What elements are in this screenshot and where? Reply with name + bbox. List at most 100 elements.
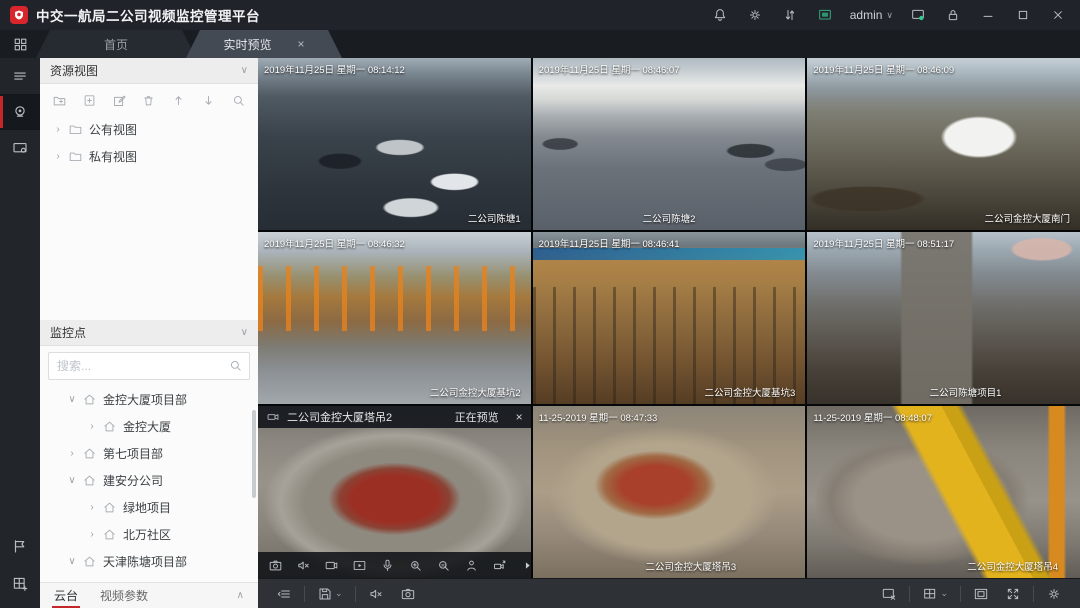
resource-toolbar <box>40 84 258 116</box>
home-icon <box>102 419 117 434</box>
playback-icon[interactable] <box>352 558 367 573</box>
settings-gear-icon[interactable] <box>741 3 769 27</box>
video-cell-2[interactable]: 2019年11月25日 星期一 08:46:07 二公司陈塘2 <box>533 58 806 230</box>
edit-icon[interactable] <box>112 93 127 108</box>
home-icon <box>82 473 97 488</box>
video-stage: 2019年11月25日 星期一 08:14:12 二公司陈塘1 2019年11月… <box>258 58 1080 608</box>
tree-scrollbar[interactable] <box>252 410 256 498</box>
resource-tree: › 公有视图 › 私有视图 <box>40 116 258 170</box>
tree-item-site[interactable]: › 第七项目部 <box>40 440 258 467</box>
single-screen-icon[interactable] <box>965 586 997 602</box>
rail-grid-plus-icon[interactable] <box>0 566 40 602</box>
notification-bell-icon[interactable] <box>706 3 734 27</box>
tab-video-params[interactable]: 视频参数 <box>100 583 148 608</box>
tree-item-site[interactable]: ∨ 金控大厦项目部 <box>40 386 258 413</box>
timestamp-overlay: 11-25-2019 星期一 08:48:07 <box>813 410 932 424</box>
tree-item-site[interactable]: ∨ 天津陈塘项目部 <box>40 548 258 575</box>
video-cell-3[interactable]: 2019年11月25日 星期一 08:46:09 二公司金控大厦南门 <box>807 58 1080 230</box>
search-input[interactable] <box>48 352 250 380</box>
add-folder-icon[interactable] <box>52 93 67 108</box>
data-transfer-icon[interactable] <box>776 3 804 27</box>
tree-item-site[interactable]: › 绿地项目 <box>40 494 258 521</box>
video-cell-8[interactable]: 11-25-2019 星期一 08:47:33 二公司金控大厦塔吊3 <box>533 406 806 578</box>
tab-live-preview[interactable]: 实时预览 × <box>186 30 342 58</box>
lock-icon[interactable] <box>939 3 967 27</box>
video-cell-header: 二公司金控大厦塔吊2 正在预览 × <box>258 406 531 428</box>
video-cell-5[interactable]: 2019年11月25日 星期一 08:46:41 二公司金控大厦基坑3 <box>533 232 806 404</box>
tree-item-label: 金控大厦项目部 <box>103 391 187 408</box>
tab-home[interactable]: 首页 <box>36 30 196 58</box>
tab-close-icon[interactable]: × <box>298 37 305 51</box>
zoom-in-icon[interactable] <box>408 558 423 573</box>
chevron-up-icon[interactable]: ∧ <box>237 590 244 601</box>
video-cell-6[interactable]: 2019年11月25日 星期一 08:51:17 二公司陈塘项目1 <box>807 232 1080 404</box>
camera-name-overlay: 二公司金控大厦南门 <box>984 211 1070 225</box>
video-cell-1[interactable]: 2019年11月25日 星期一 08:14:12 二公司陈塘1 <box>258 58 531 230</box>
move-up-icon[interactable] <box>171 93 186 108</box>
apps-grid-icon[interactable] <box>0 30 40 58</box>
microphone-icon[interactable] <box>380 558 395 573</box>
tv-wall-icon[interactable] <box>811 3 839 27</box>
ptz-control-icon[interactable] <box>492 558 507 573</box>
add-view-icon[interactable] <box>82 93 97 108</box>
mute-all-icon[interactable] <box>360 579 392 608</box>
rail-monitor-settings-icon[interactable] <box>0 130 40 166</box>
toolbar-divider <box>960 586 961 602</box>
svg-text:3D: 3D <box>441 562 446 567</box>
timestamp-overlay: 2019年11月25日 星期一 08:46:07 <box>539 62 680 76</box>
snapshot-icon[interactable] <box>268 558 283 573</box>
toolbar-divider <box>355 586 356 602</box>
grid-layout-select[interactable]: ⌄ <box>914 586 956 602</box>
chevron-right-icon: › <box>84 421 100 432</box>
search-icon[interactable] <box>228 358 243 378</box>
move-down-icon[interactable] <box>201 93 216 108</box>
fullscreen-icon[interactable] <box>997 586 1029 602</box>
tab-ptz[interactable]: 云台 <box>54 583 78 608</box>
video-cell-7-selected[interactable]: 二公司金控大厦塔吊2 正在预览 × 3D <box>258 406 531 578</box>
search-icon[interactable] <box>231 93 246 108</box>
window-close-button[interactable] <box>1044 3 1072 27</box>
audio-mute-icon[interactable] <box>296 558 311 573</box>
chevron-right-icon: › <box>50 151 66 162</box>
close-icon[interactable]: × <box>516 410 523 424</box>
folder-icon <box>68 122 83 137</box>
tree-item-site[interactable]: ∨ 建安分公司 <box>40 467 258 494</box>
resource-view-header[interactable]: 资源视图 ∨ <box>40 58 258 84</box>
session-screen-icon[interactable] <box>904 3 932 27</box>
toolbar-divider <box>304 586 305 602</box>
rail-video-flag-icon[interactable] <box>0 528 40 564</box>
more-tools-icon[interactable] <box>520 558 531 573</box>
bottom-toolbar: ⌄ ⌄ <box>258 578 1080 608</box>
camera-name-overlay: 二公司陈塘项目1 <box>930 385 1002 399</box>
collapse-panel-icon[interactable] <box>268 579 300 608</box>
window-maximize-button[interactable] <box>1009 3 1037 27</box>
record-icon[interactable] <box>324 558 339 573</box>
close-all-videos-icon[interactable] <box>873 586 905 602</box>
rail-menu-icon[interactable] <box>0 58 40 94</box>
tree-item-site[interactable]: › 金控大厦 <box>40 413 258 440</box>
tree-item-label: 北万社区 <box>123 526 171 543</box>
home-icon <box>102 500 117 515</box>
camera-name-overlay: 二公司金控大厦塔吊3 <box>645 559 736 573</box>
save-view-button[interactable]: ⌄ <box>309 579 351 608</box>
toolbar-divider <box>909 586 910 602</box>
snapshot-all-icon[interactable] <box>392 579 424 608</box>
tree-item-site[interactable]: › 北万社区 <box>40 521 258 548</box>
window-minimize-button[interactable] <box>974 3 1002 27</box>
tree-item-private-views[interactable]: › 私有视图 <box>40 143 258 170</box>
user-menu[interactable]: admin ∨ <box>846 8 897 22</box>
tab-ptz-label: 云台 <box>54 587 78 604</box>
video-cell-4[interactable]: 2019年11月25日 星期一 08:46:32 二公司金控大厦基坑2 <box>258 232 531 404</box>
monitor-points-header[interactable]: 监控点 ∨ <box>40 320 258 346</box>
settings-gear-icon[interactable] <box>1038 586 1070 602</box>
delete-icon[interactable] <box>141 93 156 108</box>
rail-camera-icon[interactable] <box>0 94 40 130</box>
panel-bottom-tabs: 云台 视频参数 ∧ <box>40 582 258 608</box>
video-cell-9[interactable]: 11-25-2019 星期一 08:48:07 二公司金控大厦塔吊4 <box>807 406 1080 578</box>
timestamp-overlay: 2019年11月25日 星期一 08:46:32 <box>264 236 405 250</box>
timestamp-overlay: 2019年11月25日 星期一 08:46:41 <box>539 236 680 250</box>
tree-item-public-views[interactable]: › 公有视图 <box>40 116 258 143</box>
person-locate-icon[interactable] <box>464 558 479 573</box>
timestamp-overlay: 2019年11月25日 星期一 08:46:09 <box>813 62 954 76</box>
zoom-3d-icon[interactable]: 3D <box>436 558 451 573</box>
